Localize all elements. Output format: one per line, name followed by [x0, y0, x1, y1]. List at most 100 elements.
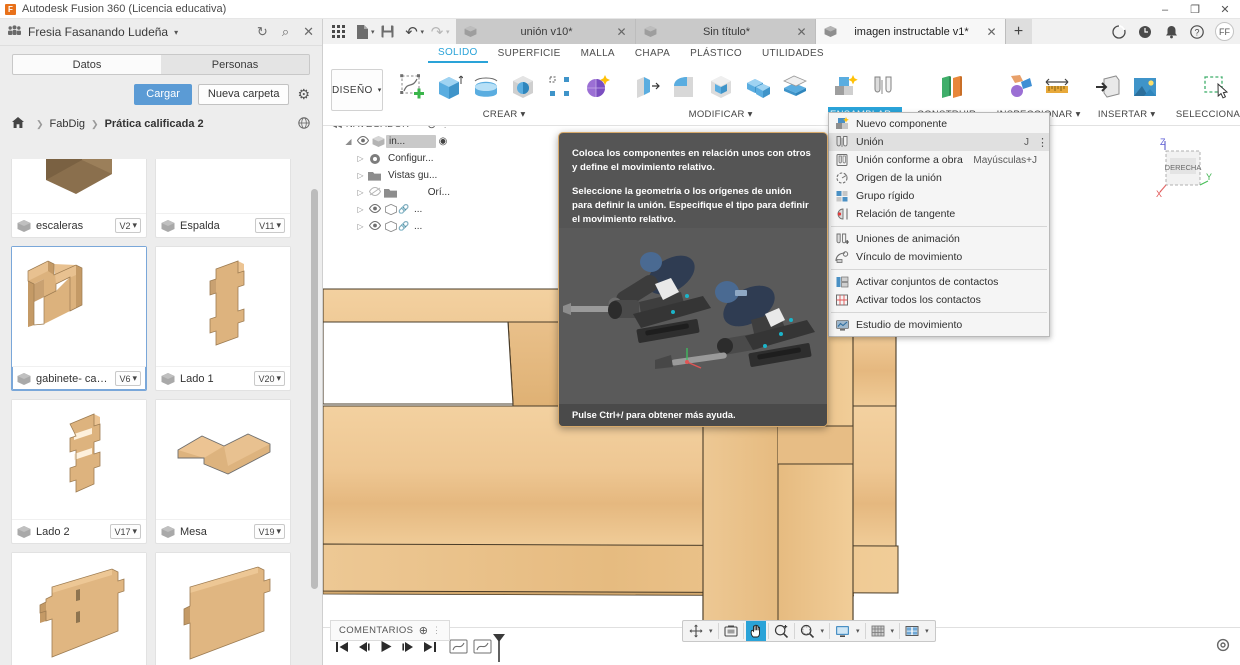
- data-card-mesa[interactable]: Mesa V19 ▾: [155, 399, 291, 544]
- card-version[interactable]: V2 ▾: [115, 218, 141, 233]
- card-version[interactable]: V6 ▾: [115, 371, 141, 386]
- search-icon[interactable]: ⌕: [282, 24, 289, 40]
- gear-icon[interactable]: ⚙: [297, 86, 310, 103]
- radio-icon[interactable]: ◉: [436, 136, 450, 147]
- menu-item-union-conforme-a-obra[interactable]: Unión conforme a obra Mayúsculas+J: [829, 151, 1049, 169]
- look-at-icon[interactable]: [721, 621, 741, 641]
- chevron-down-icon[interactable]: ▾: [174, 28, 178, 37]
- card-version[interactable]: V20 ▾: [254, 371, 285, 386]
- menu-item-overflow-icon[interactable]: ⋮: [1037, 136, 1048, 149]
- pan-hand-icon[interactable]: [745, 621, 766, 641]
- menu-item-activar-todos-los-contactos[interactable]: Activar todos los contactos: [829, 291, 1049, 309]
- ribbon-panel-label-seleccionar[interactable]: SELECCIONAR▾: [1176, 107, 1240, 122]
- avatar[interactable]: FF: [1215, 22, 1234, 41]
- viewports-caret-icon[interactable]: ▾: [922, 627, 932, 635]
- breadcrumb-item-fabdig[interactable]: FabDig: [50, 118, 85, 130]
- visibility-eye-icon[interactable]: [367, 203, 383, 216]
- grid-snaps-caret-icon[interactable]: ▾: [888, 627, 898, 635]
- data-panel-grid[interactable]: escaleras V2 ▾ Espalda V11 ▾ gabinete- c…: [0, 159, 323, 665]
- new-file-caret-icon[interactable]: ▾: [371, 28, 375, 36]
- zoom-icon[interactable]: [771, 621, 792, 641]
- recent-icon[interactable]: [1133, 20, 1157, 44]
- ribbon-panel-label-insertar[interactable]: INSERTAR ▾: [1094, 107, 1160, 122]
- timeline-settings-gear-icon[interactable]: [1216, 638, 1230, 655]
- visibility-off-icon[interactable]: [367, 186, 383, 199]
- data-card-pared-2[interactable]: pared 2 V4▾: [11, 552, 147, 665]
- job-status-icon[interactable]: [1107, 20, 1131, 44]
- expand-arrow-icon[interactable]: ◢: [342, 137, 355, 146]
- new-tab-button[interactable]: +: [1005, 19, 1032, 44]
- create-sketch-icon[interactable]: [395, 70, 429, 104]
- new-folder-button[interactable]: Nueva carpeta: [197, 83, 290, 105]
- press-pull-icon[interactable]: [630, 70, 664, 104]
- workspace-switcher-button[interactable]: DISEÑO ▾: [331, 69, 383, 111]
- zoom-window-icon[interactable]: [797, 621, 818, 641]
- sweep-icon[interactable]: [506, 70, 540, 104]
- home-icon[interactable]: [12, 117, 24, 131]
- expand-arrow-icon[interactable]: ▷: [354, 171, 367, 180]
- file-tab-sin-titulo[interactable]: Sin título* ✕: [635, 19, 816, 44]
- expand-arrow-icon[interactable]: ▷: [354, 188, 367, 197]
- extrude-icon[interactable]: [432, 70, 466, 104]
- menu-item-nuevo-componente[interactable]: Nuevo componente: [829, 115, 1049, 133]
- form-icon[interactable]: [580, 70, 614, 104]
- offset-face-icon[interactable]: [778, 70, 812, 104]
- ribbon-tab-utilidades[interactable]: UTILIDADES: [752, 44, 834, 63]
- expand-arrow-icon[interactable]: ▷: [354, 222, 367, 231]
- undo-caret-icon[interactable]: ▾: [421, 28, 425, 36]
- notifications-bell-icon[interactable]: [1159, 20, 1183, 44]
- orbit-caret-icon[interactable]: ▾: [706, 627, 716, 635]
- redo-icon[interactable]: ↷: [426, 21, 448, 43]
- close-icon[interactable]: ✕: [616, 25, 626, 39]
- card-version[interactable]: V11 ▾: [255, 218, 285, 233]
- visibility-eye-icon[interactable]: [355, 135, 371, 148]
- grid-snaps-icon[interactable]: [868, 621, 888, 641]
- hub-name[interactable]: Fresia Fasanando Ludeña: [28, 25, 168, 39]
- data-card-lado-1[interactable]: Lado 1 V20 ▾: [155, 246, 291, 391]
- collapse-icon[interactable]: ◀◀: [330, 126, 342, 130]
- tab-datos[interactable]: Datos: [13, 55, 161, 74]
- menu-item-uniones-de-animacion[interactable]: Uniones de animación: [829, 230, 1049, 248]
- ribbon-panel-label-modificar[interactable]: MODIFICAR ▾: [630, 107, 812, 122]
- new-file-icon[interactable]: [351, 21, 373, 43]
- ribbon-panel-label-crear[interactable]: CREAR ▾: [395, 107, 614, 122]
- menu-item-vinculo-de-movimiento[interactable]: Vínculo de movimiento: [829, 248, 1049, 266]
- window-select-icon[interactable]: [1199, 70, 1233, 104]
- upload-button[interactable]: Cargar: [134, 83, 192, 105]
- navigator-row-configuracion[interactable]: ▷ Configur...: [330, 150, 450, 167]
- close-icon[interactable]: ✕: [986, 25, 996, 39]
- data-panel-scrollbar[interactable]: [311, 189, 318, 589]
- comments-toggle-icon[interactable]: ⊕: [419, 624, 428, 637]
- tab-personas[interactable]: Personas: [161, 55, 309, 74]
- menu-item-activar-conjuntos-de-contactos[interactable]: Activar conjuntos de contactos: [829, 273, 1049, 291]
- view-cube[interactable]: DERECHA Z Y X: [1148, 136, 1218, 206]
- file-tab-imagen-instructable[interactable]: imagen instructable v1* ✕: [815, 19, 1006, 44]
- timeline-feature-sketch-2[interactable]: [471, 636, 493, 658]
- navigator-grip-icon[interactable]: ⋮: [441, 126, 450, 130]
- undo-icon[interactable]: ↶: [401, 21, 423, 43]
- ribbon-tab-plastico[interactable]: PLÁSTICO: [680, 44, 752, 63]
- ribbon-tab-solido[interactable]: SOLIDO: [428, 44, 488, 63]
- expand-arrow-icon[interactable]: ▷: [354, 205, 367, 214]
- data-card-gabinete-cama[interactable]: gabinete- cama V6 ▾: [11, 246, 147, 391]
- menu-item-union[interactable]: Unión J ⋮: [829, 133, 1049, 151]
- insert-derive-icon[interactable]: [1091, 70, 1125, 104]
- offset-plane-icon[interactable]: [934, 70, 968, 104]
- help-icon[interactable]: ?: [1185, 20, 1209, 44]
- timeline-feature-sketch-1[interactable]: [447, 636, 469, 658]
- minimize-button[interactable]: –: [1150, 0, 1180, 19]
- redo-caret-icon[interactable]: ▾: [446, 28, 450, 36]
- ribbon-tab-superficie[interactable]: SUPERFICIE: [488, 44, 571, 63]
- insert-image-icon[interactable]: [1128, 70, 1162, 104]
- visibility-eye-icon[interactable]: [367, 220, 383, 233]
- data-card-pared-de-la-cama[interactable]: Pared de la cama V10▾: [155, 552, 291, 665]
- file-tab-union[interactable]: unión v10* ✕: [455, 19, 636, 44]
- combine-icon[interactable]: [741, 70, 775, 104]
- navigator-row-vistas-guardadas[interactable]: ▷ Vistas gu...: [330, 167, 450, 184]
- pattern-icon[interactable]: [543, 70, 577, 104]
- measure-icon[interactable]: [1040, 70, 1074, 104]
- navigator-row-origenes[interactable]: ▷ Orí...: [330, 184, 450, 201]
- data-card-espalda[interactable]: Espalda V11 ▾: [155, 159, 291, 238]
- menu-item-origen-de-la-union[interactable]: Origen de la unión: [829, 169, 1049, 187]
- card-version[interactable]: V17 ▾: [110, 524, 141, 539]
